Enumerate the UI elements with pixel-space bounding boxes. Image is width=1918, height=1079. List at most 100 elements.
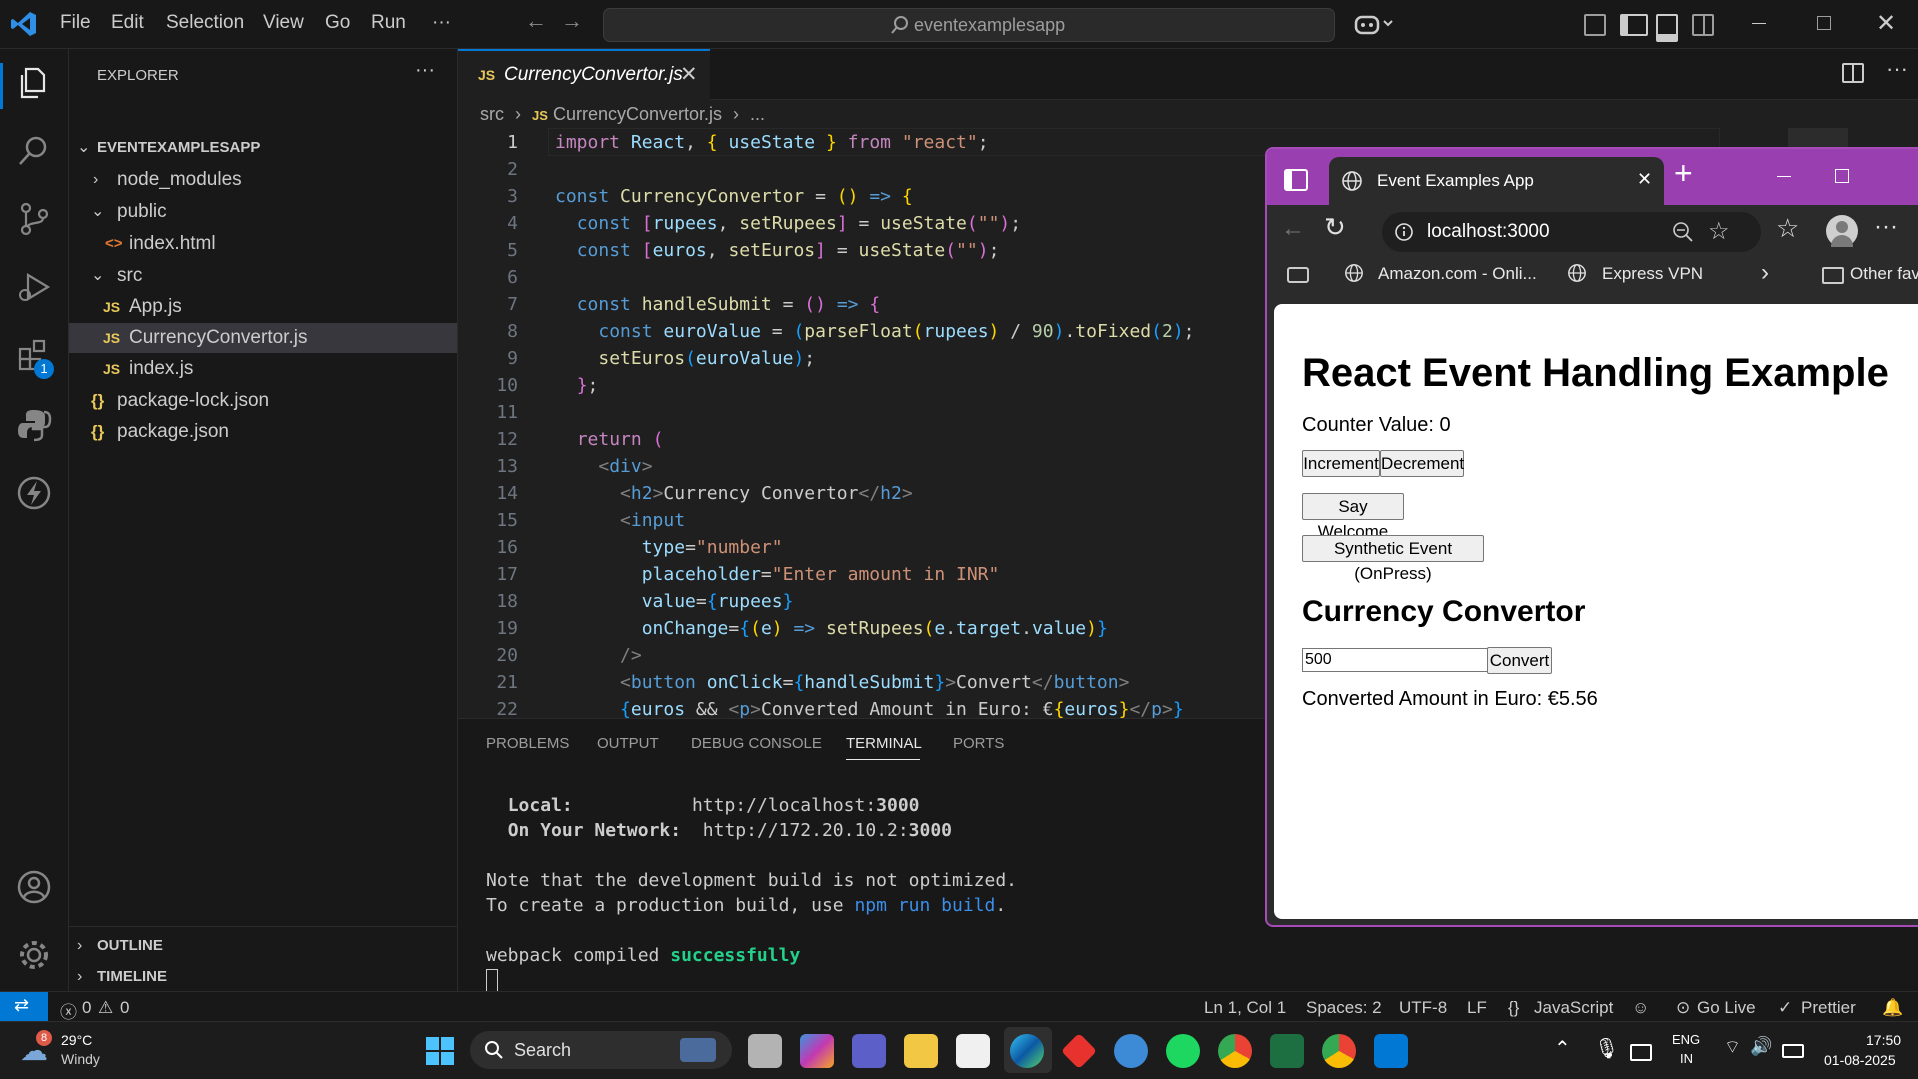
task-view-icon[interactable]: [748, 1034, 782, 1068]
cursor-position[interactable]: Ln 1, Col 1: [1204, 998, 1286, 1018]
search-icon[interactable]: [16, 133, 52, 169]
tree-item-index-js[interactable]: JS index.js: [69, 354, 457, 384]
browser-tab-close-icon[interactable]: ✕: [1637, 169, 1652, 190]
timeline-section[interactable]: › TIMELINE: [69, 962, 457, 992]
menu-go[interactable]: Go: [325, 12, 350, 34]
menu-more[interactable]: ···: [432, 12, 451, 34]
toggle-sidebar-icon[interactable]: [1620, 14, 1648, 36]
errors-icon[interactable]: ⓧ: [60, 998, 77, 1023]
tree-item-package-json[interactable]: {} package.json: [69, 417, 457, 447]
panel-tab-debug-console[interactable]: DEBUG CONSOLE: [691, 735, 822, 752]
bookmark-other-favorites[interactable]: Other fav: [1850, 264, 1918, 284]
language-in[interactable]: IN: [1680, 1051, 1693, 1066]
minimize-icon[interactable]: [1752, 23, 1766, 24]
taskbar-search-box[interactable]: Search: [470, 1031, 732, 1069]
panel-tab-terminal[interactable]: TERMINAL: [846, 735, 922, 752]
tree-item-index-html[interactable]: <> index.html: [69, 229, 457, 259]
errors-count[interactable]: 0: [82, 998, 91, 1018]
close-window-icon[interactable]: ✕: [1876, 9, 1896, 38]
clock-time[interactable]: 17:50: [1866, 1032, 1901, 1048]
menu-view[interactable]: View: [263, 12, 304, 34]
tab-currencyconvertor-js[interactable]: JS CurrencyConvertor.js ✕: [458, 49, 710, 102]
split-editor-icon[interactable]: [1842, 63, 1864, 83]
menu-edit[interactable]: Edit: [111, 12, 144, 34]
wifi-icon[interactable]: ⌔: [1724, 1036, 1741, 1059]
synthetic-event-button[interactable]: Synthetic Event (OnPress): [1302, 535, 1484, 583]
line-ending[interactable]: LF: [1467, 998, 1487, 1018]
go-live-button[interactable]: Go Live: [1697, 998, 1756, 1018]
tree-item-package-lock-json[interactable]: {} package-lock.json: [69, 386, 457, 416]
settings-gear-icon[interactable]: [16, 937, 52, 973]
collections-icon[interactable]: [1287, 267, 1309, 283]
increment-button[interactable]: Increment: [1302, 450, 1380, 477]
weather-condition[interactable]: Windy: [61, 1051, 100, 1067]
tree-item-app-js[interactable]: JS App.js: [69, 292, 457, 322]
decrement-button[interactable]: Decrement: [1380, 450, 1464, 477]
panel-tab-output[interactable]: OUTPUT: [597, 735, 659, 752]
microphone-icon[interactable]: 🎙: [1594, 1036, 1619, 1061]
favorite-star-icon[interactable]: ☆: [1708, 217, 1730, 246]
copilot-status-icon[interactable]: ☺: [1632, 998, 1649, 1018]
favorites-icon[interactable]: ☆: [1776, 213, 1799, 244]
breadcrumb-src[interactable]: src: [480, 104, 504, 124]
editor-more-button[interactable]: ···: [1886, 56, 1908, 82]
menu-selection[interactable]: Selection: [166, 12, 244, 34]
command-center-search[interactable]: eventexamplesapp: [603, 8, 1335, 42]
menu-file[interactable]: File: [60, 12, 91, 34]
volume-icon[interactable]: 🔊: [1750, 1036, 1772, 1057]
new-tab-icon[interactable]: +: [1674, 155, 1693, 192]
breadcrumb-symbol[interactable]: ...: [750, 104, 765, 124]
toggle-secondary-sidebar-icon[interactable]: [1692, 14, 1714, 36]
microsoft-store-icon[interactable]: [956, 1034, 990, 1068]
teams-icon[interactable]: [852, 1034, 886, 1068]
tree-item-currencyconvertor-js[interactable]: JS CurrencyConvertor.js: [69, 323, 457, 353]
tree-item-public[interactable]: ⌄ public: [69, 197, 457, 227]
browser-maximize-icon[interactable]: [1835, 169, 1849, 183]
source-control-icon[interactable]: [16, 201, 52, 237]
restore-icon[interactable]: [1817, 16, 1831, 30]
weather-temp[interactable]: 29°C: [61, 1032, 92, 1048]
accounts-icon[interactable]: [16, 869, 52, 905]
remote-indicator[interactable]: ⇄: [0, 992, 48, 1022]
display-icon[interactable]: [1630, 1044, 1652, 1061]
notifications-bell-icon[interactable]: 🔔: [1882, 998, 1903, 1018]
vscode-logo-icon[interactable]: [10, 10, 38, 38]
nav-forward-icon[interactable]: →: [561, 8, 583, 34]
run-debug-icon[interactable]: [16, 269, 52, 305]
convert-button[interactable]: Convert: [1487, 647, 1552, 674]
windows-start-icon[interactable]: [425, 1036, 455, 1066]
browser-tab-active[interactable]: Event Examples App ✕: [1329, 157, 1664, 205]
browser-menu-icon[interactable]: ···: [1874, 213, 1898, 241]
bookmark-amazon[interactable]: Amazon.com - Onli...: [1378, 264, 1537, 284]
outline-section[interactable]: › OUTLINE: [69, 931, 457, 961]
panel-tab-problems[interactable]: PROBLEMS: [486, 735, 569, 752]
excel-icon[interactable]: [1270, 1034, 1304, 1068]
tree-item-node-modules[interactable]: › node_modules: [69, 165, 457, 195]
file-explorer-icon[interactable]: [904, 1034, 938, 1068]
warnings-count[interactable]: 0: [120, 998, 129, 1018]
prettier-button[interactable]: Prettier: [1801, 998, 1856, 1018]
nav-back-icon[interactable]: ←: [525, 8, 547, 34]
address-bar[interactable]: localhost:3000 ☆: [1382, 212, 1761, 252]
explorer-more-button[interactable]: ···: [415, 59, 435, 82]
encoding[interactable]: UTF-8: [1399, 998, 1447, 1018]
tab-actions-icon[interactable]: [1284, 169, 1308, 191]
rupees-input[interactable]: 500: [1302, 648, 1488, 672]
language-eng[interactable]: ENG: [1672, 1032, 1700, 1047]
profile-avatar[interactable]: [1826, 215, 1858, 247]
browser-minimize-icon[interactable]: [1777, 176, 1791, 177]
toggle-panel-icon[interactable]: [1656, 14, 1678, 42]
tab-close-icon[interactable]: ✕: [680, 62, 698, 87]
site-info-icon[interactable]: [1394, 222, 1414, 242]
minimap[interactable]: [1788, 128, 1848, 148]
chrome-profile-icon[interactable]: [1322, 1034, 1356, 1068]
say-welcome-button[interactable]: Say Welcome: [1302, 493, 1404, 541]
zoom-icon[interactable]: [1672, 221, 1694, 243]
copilot-app-icon[interactable]: [800, 1034, 834, 1068]
browser-back-icon[interactable]: ←: [1281, 215, 1305, 243]
clock-date[interactable]: 01-08-2025: [1824, 1052, 1896, 1068]
chrome-icon[interactable]: [1218, 1034, 1252, 1068]
help-app-icon[interactable]: [1114, 1034, 1148, 1068]
customize-layout-icon[interactable]: [1584, 14, 1606, 36]
edge-browser-icon[interactable]: [1010, 1034, 1044, 1068]
